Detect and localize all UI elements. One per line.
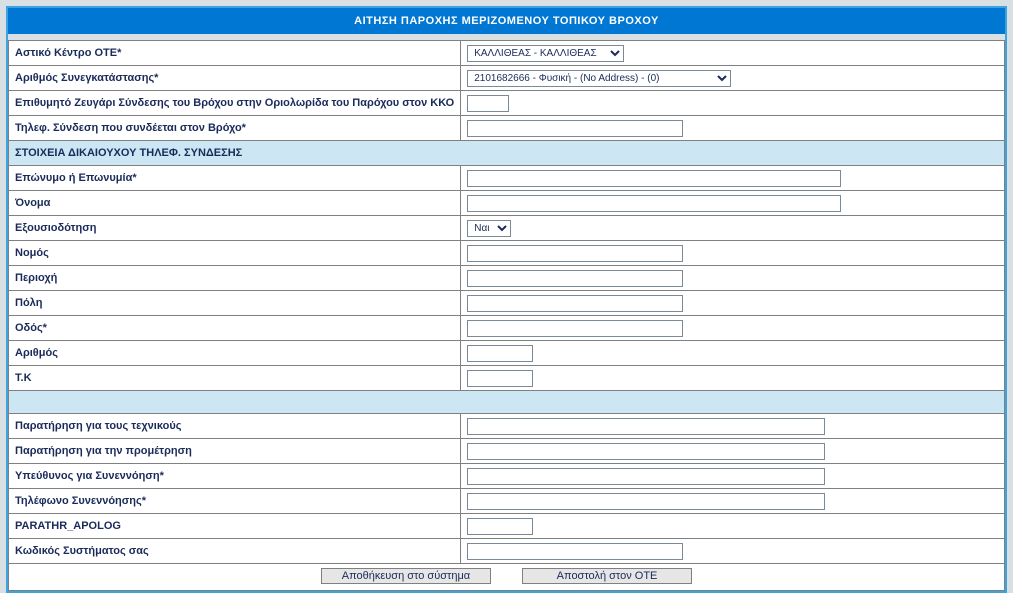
label-pair: Επιθυμητό Ζευγάρι Σύνδεσης του Βρόχου στ… — [9, 91, 461, 116]
street-input[interactable] — [467, 320, 683, 337]
label-area: Περιοχή — [9, 266, 461, 291]
form-table: Αστικό Κέντρο ΟΤΕ* ΚΑΛΛΙΘΕΑΣ - ΚΑΛΛΙΘΕΑΣ… — [8, 40, 1005, 564]
send-button[interactable]: Αποστολή στον ΟΤΕ — [522, 568, 692, 584]
label-zip: Τ.Κ — [9, 366, 461, 391]
note-pre-input[interactable] — [467, 443, 825, 460]
label-number: Αριθμός — [9, 341, 461, 366]
number-input[interactable] — [467, 345, 533, 362]
blank-section-row — [9, 391, 1005, 414]
label-syscode: Κωδικός Συστήματος σας — [9, 539, 461, 564]
label-contact-person: Υπεύθυνος για Συνεννόηση* — [9, 464, 461, 489]
prefecture-input[interactable] — [467, 245, 683, 262]
label-city: Πόλη — [9, 291, 461, 316]
label-prefecture: Νομός — [9, 241, 461, 266]
label-street: Οδός* — [9, 316, 461, 341]
section-holder-header: ΣΤΟΙΧΕΙΑ ΔΙΚΑΙΟΥΧΟΥ ΤΗΛΕΦ. ΣΥΝΔΕΣΗΣ — [9, 141, 1005, 166]
label-phoneconn: Τηλεφ. Σύνδεση που συνδέεται στον Βρόχο* — [9, 116, 461, 141]
form-panel: ΑΙΤΗΣΗ ΠΑΡΟΧΗΣ ΜΕΡΙΖΟΜΕΝΟΥ ΤΟΠΙΚΟΥ ΒΡΟΧΟ… — [6, 6, 1007, 593]
contact-person-input[interactable] — [467, 468, 825, 485]
conum-select[interactable]: 2101682666 - Φυσική - (No Address) - (0) — [467, 70, 731, 87]
label-center: Αστικό Κέντρο ΟΤΕ* — [9, 41, 461, 66]
label-surname: Επώνυμο ή Επωνυμία* — [9, 166, 461, 191]
note-tech-input[interactable] — [467, 418, 825, 435]
label-contact-phone: Τηλέφωνο Συνεννόησης* — [9, 489, 461, 514]
area-input[interactable] — [467, 270, 683, 287]
label-auth: Εξουσιοδότηση — [9, 216, 461, 241]
page-title: ΑΙΤΗΣΗ ΠΑΡΟΧΗΣ ΜΕΡΙΖΟΜΕΝΟΥ ΤΟΠΙΚΟΥ ΒΡΟΧΟ… — [8, 8, 1005, 34]
label-parathr: PARATHR_APOLOG — [9, 514, 461, 539]
button-bar: Αποθήκευση στο σύστημα Αποστολή στον ΟΤΕ — [8, 564, 1005, 591]
auth-select[interactable]: Ναι — [467, 220, 511, 237]
city-input[interactable] — [467, 295, 683, 312]
label-note-pre: Παρατήρηση για την προμέτρηση — [9, 439, 461, 464]
save-button[interactable]: Αποθήκευση στο σύστημα — [321, 568, 491, 584]
center-select[interactable]: ΚΑΛΛΙΘΕΑΣ - ΚΑΛΛΙΘΕΑΣ — [467, 45, 624, 62]
pair-input[interactable] — [467, 95, 509, 112]
syscode-input[interactable] — [467, 543, 683, 560]
label-conum: Αριθμός Συνεγκατάστασης* — [9, 66, 461, 91]
parathr-input[interactable] — [467, 518, 533, 535]
zip-input[interactable] — [467, 370, 533, 387]
surname-input[interactable] — [467, 170, 841, 187]
phoneconn-input[interactable] — [467, 120, 683, 137]
contact-phone-input[interactable] — [467, 493, 825, 510]
name-input[interactable] — [467, 195, 841, 212]
label-note-tech: Παρατήρηση για τους τεχνικούς — [9, 414, 461, 439]
label-name: Όνομα — [9, 191, 461, 216]
